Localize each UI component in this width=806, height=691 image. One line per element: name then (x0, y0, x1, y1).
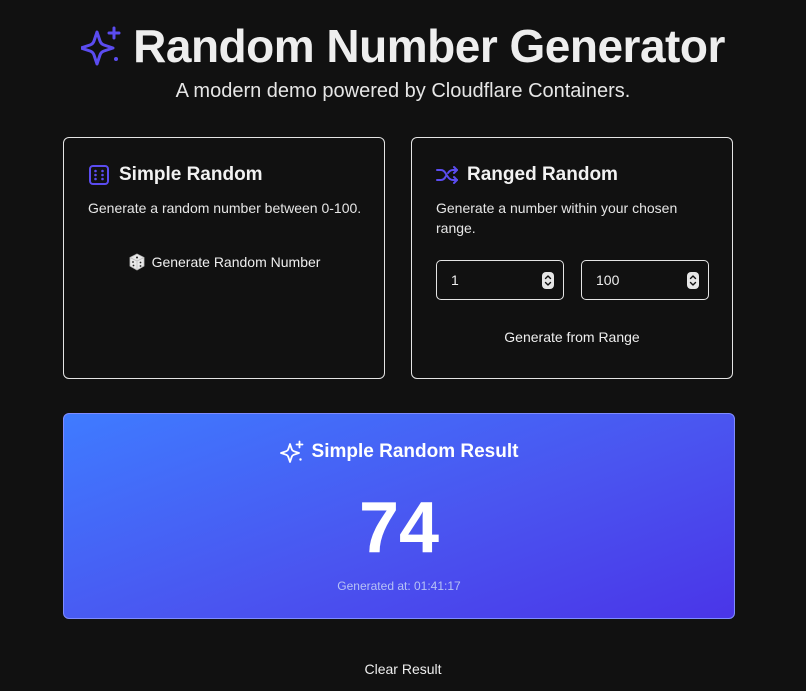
page-title: Random Number Generator (133, 20, 725, 72)
result-timestamp: Generated at: 01:41:17 (337, 579, 461, 593)
page: Random Number Generator A modern demo po… (0, 0, 806, 691)
simple-random-header: Simple Random (88, 164, 263, 186)
result-value: 74 (358, 488, 440, 568)
ranged-random-description: Generate a number within your chosen ran… (436, 200, 678, 236)
max-stepper[interactable] (687, 272, 699, 289)
dice-emoji-icon (128, 253, 146, 271)
dice-grid-icon (88, 164, 110, 186)
generate-random-button[interactable]: Generate Random Number (64, 252, 384, 272)
min-value-input[interactable]: 1 (436, 260, 564, 300)
max-value-text: 100 (596, 272, 620, 288)
header: Random Number Generator A modern demo po… (0, 18, 806, 104)
min-value-text: 1 (451, 272, 459, 288)
sparkles-icon (279, 440, 304, 464)
result-header: Simple Random Result (64, 440, 734, 464)
min-stepper[interactable] (542, 272, 554, 289)
result-title: Simple Random Result (311, 441, 519, 462)
ranged-random-title: Ranged Random (467, 164, 618, 185)
generate-random-label: Generate Random Number (151, 254, 321, 270)
simple-random-card: Simple Random Generate a random number b… (63, 137, 385, 379)
simple-random-description: Generate a random number between 0-100. (88, 200, 362, 216)
simple-random-title: Simple Random (119, 164, 263, 185)
ranged-random-card: Ranged Random Generate a number within y… (411, 137, 733, 379)
max-value-input[interactable]: 100 (581, 260, 709, 300)
shuffle-icon (436, 164, 458, 186)
result-panel: Simple Random Result 74 Generated at: 01… (63, 413, 735, 619)
generate-range-button[interactable]: Generate from Range (412, 328, 732, 346)
sparkles-icon (81, 26, 121, 66)
title-row: Random Number Generator (0, 18, 806, 74)
page-subtitle: A modern demo powered by Cloudflare Cont… (175, 80, 631, 102)
ranged-random-header: Ranged Random (436, 164, 618, 186)
clear-result-button[interactable]: Clear Result (0, 660, 806, 678)
